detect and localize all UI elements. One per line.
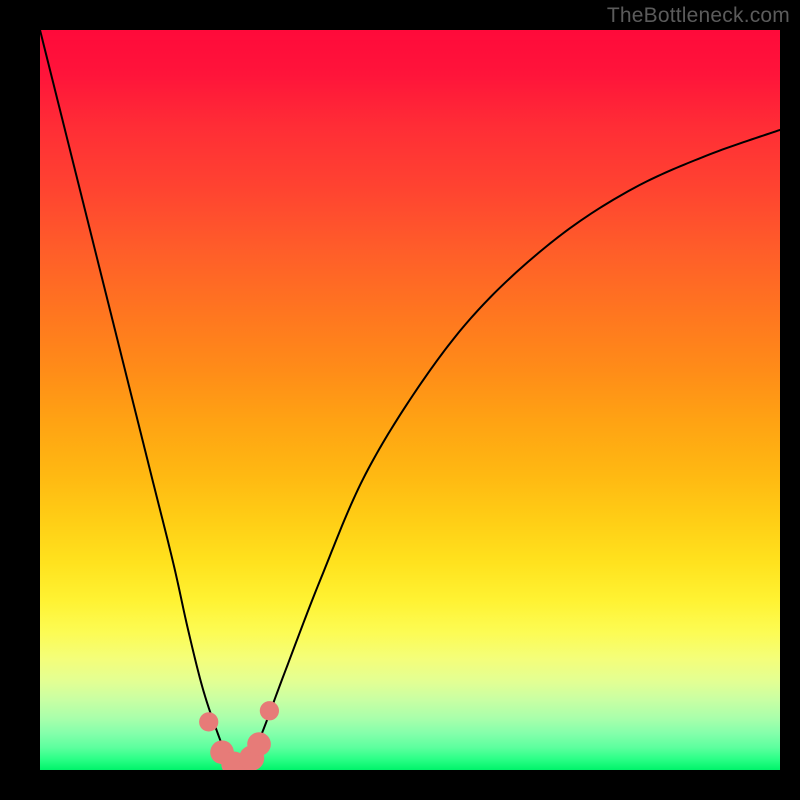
chart-svg	[40, 30, 780, 770]
chart-frame: TheBottleneck.com	[0, 0, 800, 800]
plot-area	[40, 30, 780, 770]
bottleneck-curve	[40, 30, 780, 766]
curve-layer	[40, 30, 780, 766]
curve-marker	[260, 701, 279, 720]
watermark-text: TheBottleneck.com	[607, 4, 790, 28]
marker-layer	[199, 701, 279, 770]
curve-marker	[247, 732, 271, 756]
curve-marker	[199, 712, 218, 731]
